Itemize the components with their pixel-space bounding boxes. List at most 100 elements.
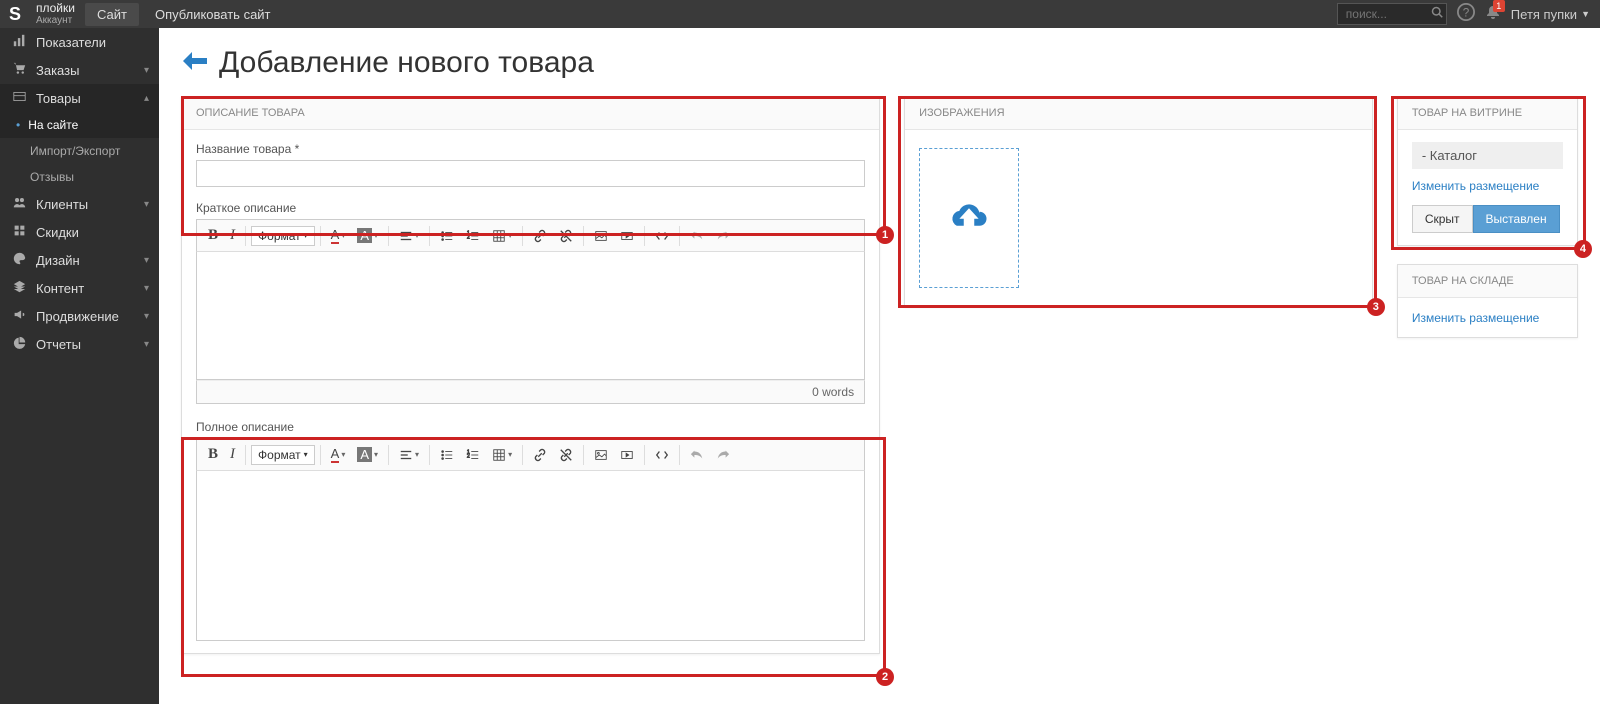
page-title: Добавление нового товара [219,46,594,80]
source-button[interactable] [650,226,674,246]
chevron-down-icon: ▾ [144,283,149,294]
sidebar-item-discounts[interactable]: Скидки [0,218,159,246]
col-right: 4 ТОВАР НА ВИТРИНЕ - Каталог Изменить ра… [1397,96,1578,672]
format-select[interactable]: Формат▾ [251,445,315,465]
sidebar-item-reports[interactable]: Отчеты ▾ [0,330,159,358]
table-button[interactable]: ▾ [487,226,517,246]
bg-color-button[interactable]: A▾ [352,444,383,465]
sidebar-label: Отчеты [36,337,81,352]
number-list-button[interactable]: 12 [461,445,485,465]
image-upload-box[interactable] [919,148,1019,288]
bell-badge: 1 [1493,0,1505,12]
short-desc-label: Краткое описание [196,201,865,215]
italic-button[interactable]: I [225,224,240,247]
svg-text:?: ? [1463,6,1470,19]
stock-panel: ТОВАР НА СКЛАДЕ Изменить размещение [1397,264,1578,338]
unlink-button[interactable] [554,445,578,465]
number-list-button[interactable]: 12 [461,226,485,246]
megaphone-icon [10,308,28,324]
site-button[interactable]: Сайт [85,3,139,26]
video-button[interactable] [615,226,639,246]
sidebar-item-content[interactable]: Контент ▾ [0,274,159,302]
back-arrow-icon[interactable] [181,48,209,79]
sidebar-item-promotion[interactable]: Продвижение ▾ [0,302,159,330]
panel-header: ТОВАР НА СКЛАДЕ [1398,265,1577,298]
bullet-list-button[interactable] [435,445,459,465]
logo[interactable]: S [0,4,30,25]
main-content: Добавление нового товара 1 2 ОПИСАНИЕ ТО… [159,28,1600,704]
tag-icon [10,224,28,240]
hidden-button[interactable]: Скрыт [1412,205,1473,233]
product-name-label: Название товара * [196,142,865,156]
sidebar-item-orders[interactable]: Заказы ▾ [0,56,159,84]
callout-badge-2: 2 [876,668,894,686]
change-placement-link[interactable]: Изменить размещение [1412,311,1540,325]
full-desc-toolbar: B I Формат▾ A▾ A▾ ▾ 12 ▾ [196,438,865,471]
image-button[interactable] [589,445,613,465]
bullet-list-button[interactable] [435,226,459,246]
brand-account: Аккаунт [36,15,75,26]
chevron-down-icon: ▼ [1581,9,1590,19]
redo-button[interactable] [711,445,735,465]
topbar-right: ? 1 Петя пупки ▼ [1337,3,1600,26]
callout-badge-4: 4 [1574,240,1592,258]
sidebar-sub-on-site[interactable]: На сайте [0,112,159,138]
callout-badge-1: 1 [876,226,894,244]
description-panel: ОПИСАНИЕ ТОВАРА Название товара * Кратко… [181,96,880,654]
shown-button[interactable]: Выставлен [1473,205,1560,233]
sidebar-sub-import-export[interactable]: Импорт/Экспорт [0,138,159,164]
word-count: 0 words [196,380,865,404]
format-select[interactable]: Формат▾ [251,226,315,246]
publish-button[interactable]: Опубликовать сайт [143,3,283,26]
align-button[interactable]: ▾ [394,226,424,246]
table-button[interactable]: ▾ [487,445,517,465]
text-color-button[interactable]: A▾ [326,443,351,466]
sidebar-item-design[interactable]: Дизайн ▾ [0,246,159,274]
align-button[interactable]: ▾ [394,445,424,465]
full-desc-label: Полное описание [196,420,865,434]
search-icon[interactable] [1431,6,1443,21]
bg-color-button[interactable]: A▾ [352,225,383,246]
search-box [1337,3,1447,25]
unlink-button[interactable] [554,226,578,246]
brand-block[interactable]: плойки Аккаунт [30,2,81,26]
bold-button[interactable]: B [203,224,223,247]
panel-header: ОПИСАНИЕ ТОВАРА [182,97,879,130]
showcase-panel: ТОВАР НА ВИТРИНЕ - Каталог Изменить разм… [1397,96,1578,246]
bold-button[interactable]: B [203,443,223,466]
bell-icon[interactable]: 1 [1485,4,1501,25]
sidebar-item-indicators[interactable]: Показатели [0,28,159,56]
page-title-row: Добавление нового товара [181,46,1578,80]
upload-cloud-icon [948,196,990,241]
col-left: 1 2 ОПИСАНИЕ ТОВАРА Название товара * Кр… [181,96,880,672]
sidebar-sub-reviews[interactable]: Отзывы [0,164,159,190]
topbar: S плойки Аккаунт Сайт Опубликовать сайт … [0,0,1600,28]
chevron-down-icon: ▾ [144,311,149,322]
link-button[interactable] [528,226,552,246]
catalog-row[interactable]: - Каталог [1412,142,1563,169]
video-button[interactable] [615,445,639,465]
italic-button[interactable]: I [225,443,240,466]
chevron-up-icon: ▴ [144,93,149,104]
chevron-down-icon: ▾ [144,199,149,210]
sidebar-item-clients[interactable]: Клиенты ▾ [0,190,159,218]
sidebar-item-products[interactable]: Товары ▴ [0,84,159,112]
sidebar-label: Клиенты [36,197,88,212]
user-menu[interactable]: Петя пупки ▼ [1511,7,1590,22]
help-icon[interactable]: ? [1457,3,1475,26]
image-button[interactable] [589,226,613,246]
text-color-button[interactable]: A▾ [326,224,351,247]
sidebar-label: Продвижение [36,309,119,324]
cart-icon [10,62,28,78]
palette-icon [10,252,28,268]
product-name-input[interactable] [196,160,865,187]
undo-button[interactable] [685,226,709,246]
change-placement-link[interactable]: Изменить размещение [1412,179,1540,193]
full-desc-editor[interactable] [196,471,865,641]
link-button[interactable] [528,445,552,465]
redo-button[interactable] [711,226,735,246]
short-desc-editor[interactable] [196,252,865,380]
undo-button[interactable] [685,445,709,465]
short-desc-toolbar: B I Формат▾ A▾ A▾ ▾ 12 ▾ [196,219,865,252]
source-button[interactable] [650,445,674,465]
